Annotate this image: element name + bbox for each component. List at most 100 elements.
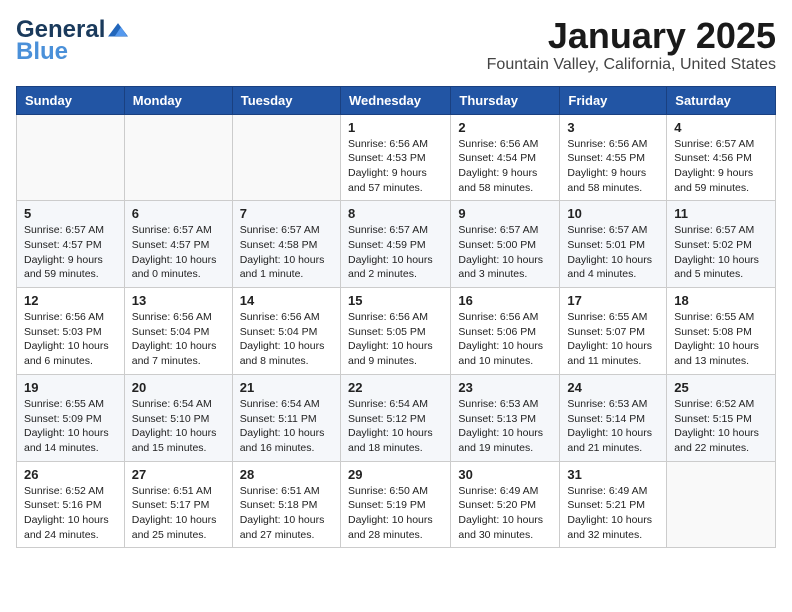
day-number: 14 (240, 293, 333, 308)
location-subtitle: Fountain Valley, California, United Stat… (487, 56, 776, 74)
day-number: 11 (674, 206, 768, 221)
weekday-header-saturday: Saturday (667, 86, 776, 114)
month-title: January 2025 (487, 16, 776, 56)
calendar-cell: 3 Sunrise: 6:56 AM Sunset: 4:55 PM Daylig… (560, 114, 667, 201)
day-detail: Sunrise: 6:57 AM Sunset: 4:57 PM Dayligh… (24, 223, 117, 282)
day-number: 8 (348, 206, 443, 221)
calendar-cell: 23 Sunrise: 6:53 AM Sunset: 5:13 PM Dayli… (451, 374, 560, 461)
calendar-cell: 20 Sunrise: 6:54 AM Sunset: 5:10 PM Dayli… (124, 374, 232, 461)
day-number: 24 (567, 380, 659, 395)
calendar-cell: 2 Sunrise: 6:56 AM Sunset: 4:54 PM Daylig… (451, 114, 560, 201)
day-detail: Sunrise: 6:56 AM Sunset: 4:53 PM Dayligh… (348, 137, 443, 196)
day-detail: Sunrise: 6:55 AM Sunset: 5:09 PM Dayligh… (24, 397, 117, 456)
calendar-cell: 9Sunrise: 6:57 AM Sunset: 5:00 PM Daylig… (451, 201, 560, 288)
calendar-cell: 16 Sunrise: 6:56 AM Sunset: 5:06 PM Dayli… (451, 288, 560, 375)
day-number: 27 (132, 467, 225, 482)
weekday-header-row: SundayMondayTuesdayWednesdayThursdayFrid… (17, 86, 776, 114)
day-number: 26 (24, 467, 117, 482)
day-number: 2 (458, 120, 552, 135)
day-detail: Sunrise: 6:56 AM Sunset: 5:04 PM Dayligh… (132, 310, 225, 369)
calendar-cell: 5 Sunrise: 6:57 AM Sunset: 4:57 PM Daylig… (17, 201, 125, 288)
day-detail: Sunrise: 6:53 AM Sunset: 5:13 PM Dayligh… (458, 397, 552, 456)
calendar-cell (667, 461, 776, 548)
calendar-week-2: 5 Sunrise: 6:57 AM Sunset: 4:57 PM Daylig… (17, 201, 776, 288)
day-detail: Sunrise: 6:57 AM Sunset: 5:00 PM Dayligh… (458, 223, 552, 282)
day-detail: Sunrise: 6:57 AM Sunset: 4:59 PM Dayligh… (348, 223, 443, 282)
day-number: 28 (240, 467, 333, 482)
calendar-week-5: 26 Sunrise: 6:52 AM Sunset: 5:16 PM Dayli… (17, 461, 776, 548)
calendar-cell: 25 Sunrise: 6:52 AM Sunset: 5:15 PM Dayli… (667, 374, 776, 461)
calendar-cell: 13 Sunrise: 6:56 AM Sunset: 5:04 PM Dayli… (124, 288, 232, 375)
day-detail: Sunrise: 6:56 AM Sunset: 4:55 PM Dayligh… (567, 137, 659, 196)
day-number: 22 (348, 380, 443, 395)
day-detail: Sunrise: 6:56 AM Sunset: 5:03 PM Dayligh… (24, 310, 117, 369)
calendar-cell: 26 Sunrise: 6:52 AM Sunset: 5:16 PM Dayli… (17, 461, 125, 548)
day-detail: Sunrise: 6:52 AM Sunset: 5:15 PM Dayligh… (674, 397, 768, 456)
day-detail: Sunrise: 6:54 AM Sunset: 5:12 PM Dayligh… (348, 397, 443, 456)
logo-icon (107, 22, 129, 38)
day-detail: Sunrise: 6:56 AM Sunset: 4:54 PM Dayligh… (458, 137, 552, 196)
day-detail: Sunrise: 6:54 AM Sunset: 5:11 PM Dayligh… (240, 397, 333, 456)
calendar-table: SundayMondayTuesdayWednesdayThursdayFrid… (16, 86, 776, 549)
calendar-week-1: 1 Sunrise: 6:56 AM Sunset: 4:53 PM Daylig… (17, 114, 776, 201)
calendar-cell: 11 Sunrise: 6:57 AM Sunset: 5:02 PM Dayli… (667, 201, 776, 288)
calendar-cell (124, 114, 232, 201)
day-number: 10 (567, 206, 659, 221)
calendar-cell: 19 Sunrise: 6:55 AM Sunset: 5:09 PM Dayli… (17, 374, 125, 461)
day-detail: Sunrise: 6:52 AM Sunset: 5:16 PM Dayligh… (24, 484, 117, 543)
calendar-week-3: 12Sunrise: 6:56 AM Sunset: 5:03 PM Dayli… (17, 288, 776, 375)
day-detail: Sunrise: 6:57 AM Sunset: 5:01 PM Dayligh… (567, 223, 659, 282)
day-detail: Sunrise: 6:50 AM Sunset: 5:19 PM Dayligh… (348, 484, 443, 543)
calendar-cell: 8 Sunrise: 6:57 AM Sunset: 4:59 PM Daylig… (340, 201, 450, 288)
calendar-cell: 12Sunrise: 6:56 AM Sunset: 5:03 PM Dayli… (17, 288, 125, 375)
day-detail: Sunrise: 6:54 AM Sunset: 5:10 PM Dayligh… (132, 397, 225, 456)
calendar-cell: 18Sunrise: 6:55 AM Sunset: 5:08 PM Dayli… (667, 288, 776, 375)
day-number: 20 (132, 380, 225, 395)
day-number: 6 (132, 206, 225, 221)
title-block: January 2025 Fountain Valley, California… (487, 16, 776, 74)
day-number: 15 (348, 293, 443, 308)
day-number: 13 (132, 293, 225, 308)
weekday-header-monday: Monday (124, 86, 232, 114)
calendar-cell: 30Sunrise: 6:49 AM Sunset: 5:20 PM Dayli… (451, 461, 560, 548)
day-detail: Sunrise: 6:57 AM Sunset: 5:02 PM Dayligh… (674, 223, 768, 282)
day-number: 7 (240, 206, 333, 221)
calendar-cell: 14 Sunrise: 6:56 AM Sunset: 5:04 PM Dayli… (232, 288, 340, 375)
day-number: 1 (348, 120, 443, 135)
day-detail: Sunrise: 6:56 AM Sunset: 5:06 PM Dayligh… (458, 310, 552, 369)
day-detail: Sunrise: 6:55 AM Sunset: 5:07 PM Dayligh… (567, 310, 659, 369)
calendar-cell: 31Sunrise: 6:49 AM Sunset: 5:21 PM Dayli… (560, 461, 667, 548)
calendar-cell: 21Sunrise: 6:54 AM Sunset: 5:11 PM Dayli… (232, 374, 340, 461)
page-header: General Blue January 2025 Fountain Valle… (16, 16, 776, 74)
day-detail: Sunrise: 6:55 AM Sunset: 5:08 PM Dayligh… (674, 310, 768, 369)
day-detail: Sunrise: 6:57 AM Sunset: 4:56 PM Dayligh… (674, 137, 768, 196)
weekday-header-tuesday: Tuesday (232, 86, 340, 114)
day-number: 19 (24, 380, 117, 395)
day-detail: Sunrise: 6:57 AM Sunset: 4:58 PM Dayligh… (240, 223, 333, 282)
weekday-header-friday: Friday (560, 86, 667, 114)
weekday-header-thursday: Thursday (451, 86, 560, 114)
day-number: 5 (24, 206, 117, 221)
weekday-header-wednesday: Wednesday (340, 86, 450, 114)
day-number: 4 (674, 120, 768, 135)
day-number: 25 (674, 380, 768, 395)
day-detail: Sunrise: 6:51 AM Sunset: 5:17 PM Dayligh… (132, 484, 225, 543)
day-number: 3 (567, 120, 659, 135)
day-detail: Sunrise: 6:49 AM Sunset: 5:20 PM Dayligh… (458, 484, 552, 543)
day-detail: Sunrise: 6:51 AM Sunset: 5:18 PM Dayligh… (240, 484, 333, 543)
calendar-cell: 29Sunrise: 6:50 AM Sunset: 5:19 PM Dayli… (340, 461, 450, 548)
calendar-cell: 7 Sunrise: 6:57 AM Sunset: 4:58 PM Daylig… (232, 201, 340, 288)
logo: General Blue (16, 16, 131, 66)
day-number: 31 (567, 467, 659, 482)
day-detail: Sunrise: 6:57 AM Sunset: 4:57 PM Dayligh… (132, 223, 225, 282)
logo-blue: Blue (16, 38, 68, 66)
day-number: 17 (567, 293, 659, 308)
calendar-cell: 4 Sunrise: 6:57 AM Sunset: 4:56 PM Daylig… (667, 114, 776, 201)
day-detail: Sunrise: 6:56 AM Sunset: 5:05 PM Dayligh… (348, 310, 443, 369)
calendar-cell (232, 114, 340, 201)
calendar-cell: 15 Sunrise: 6:56 AM Sunset: 5:05 PM Dayli… (340, 288, 450, 375)
day-number: 16 (458, 293, 552, 308)
calendar-cell (17, 114, 125, 201)
day-detail: Sunrise: 6:56 AM Sunset: 5:04 PM Dayligh… (240, 310, 333, 369)
day-number: 23 (458, 380, 552, 395)
